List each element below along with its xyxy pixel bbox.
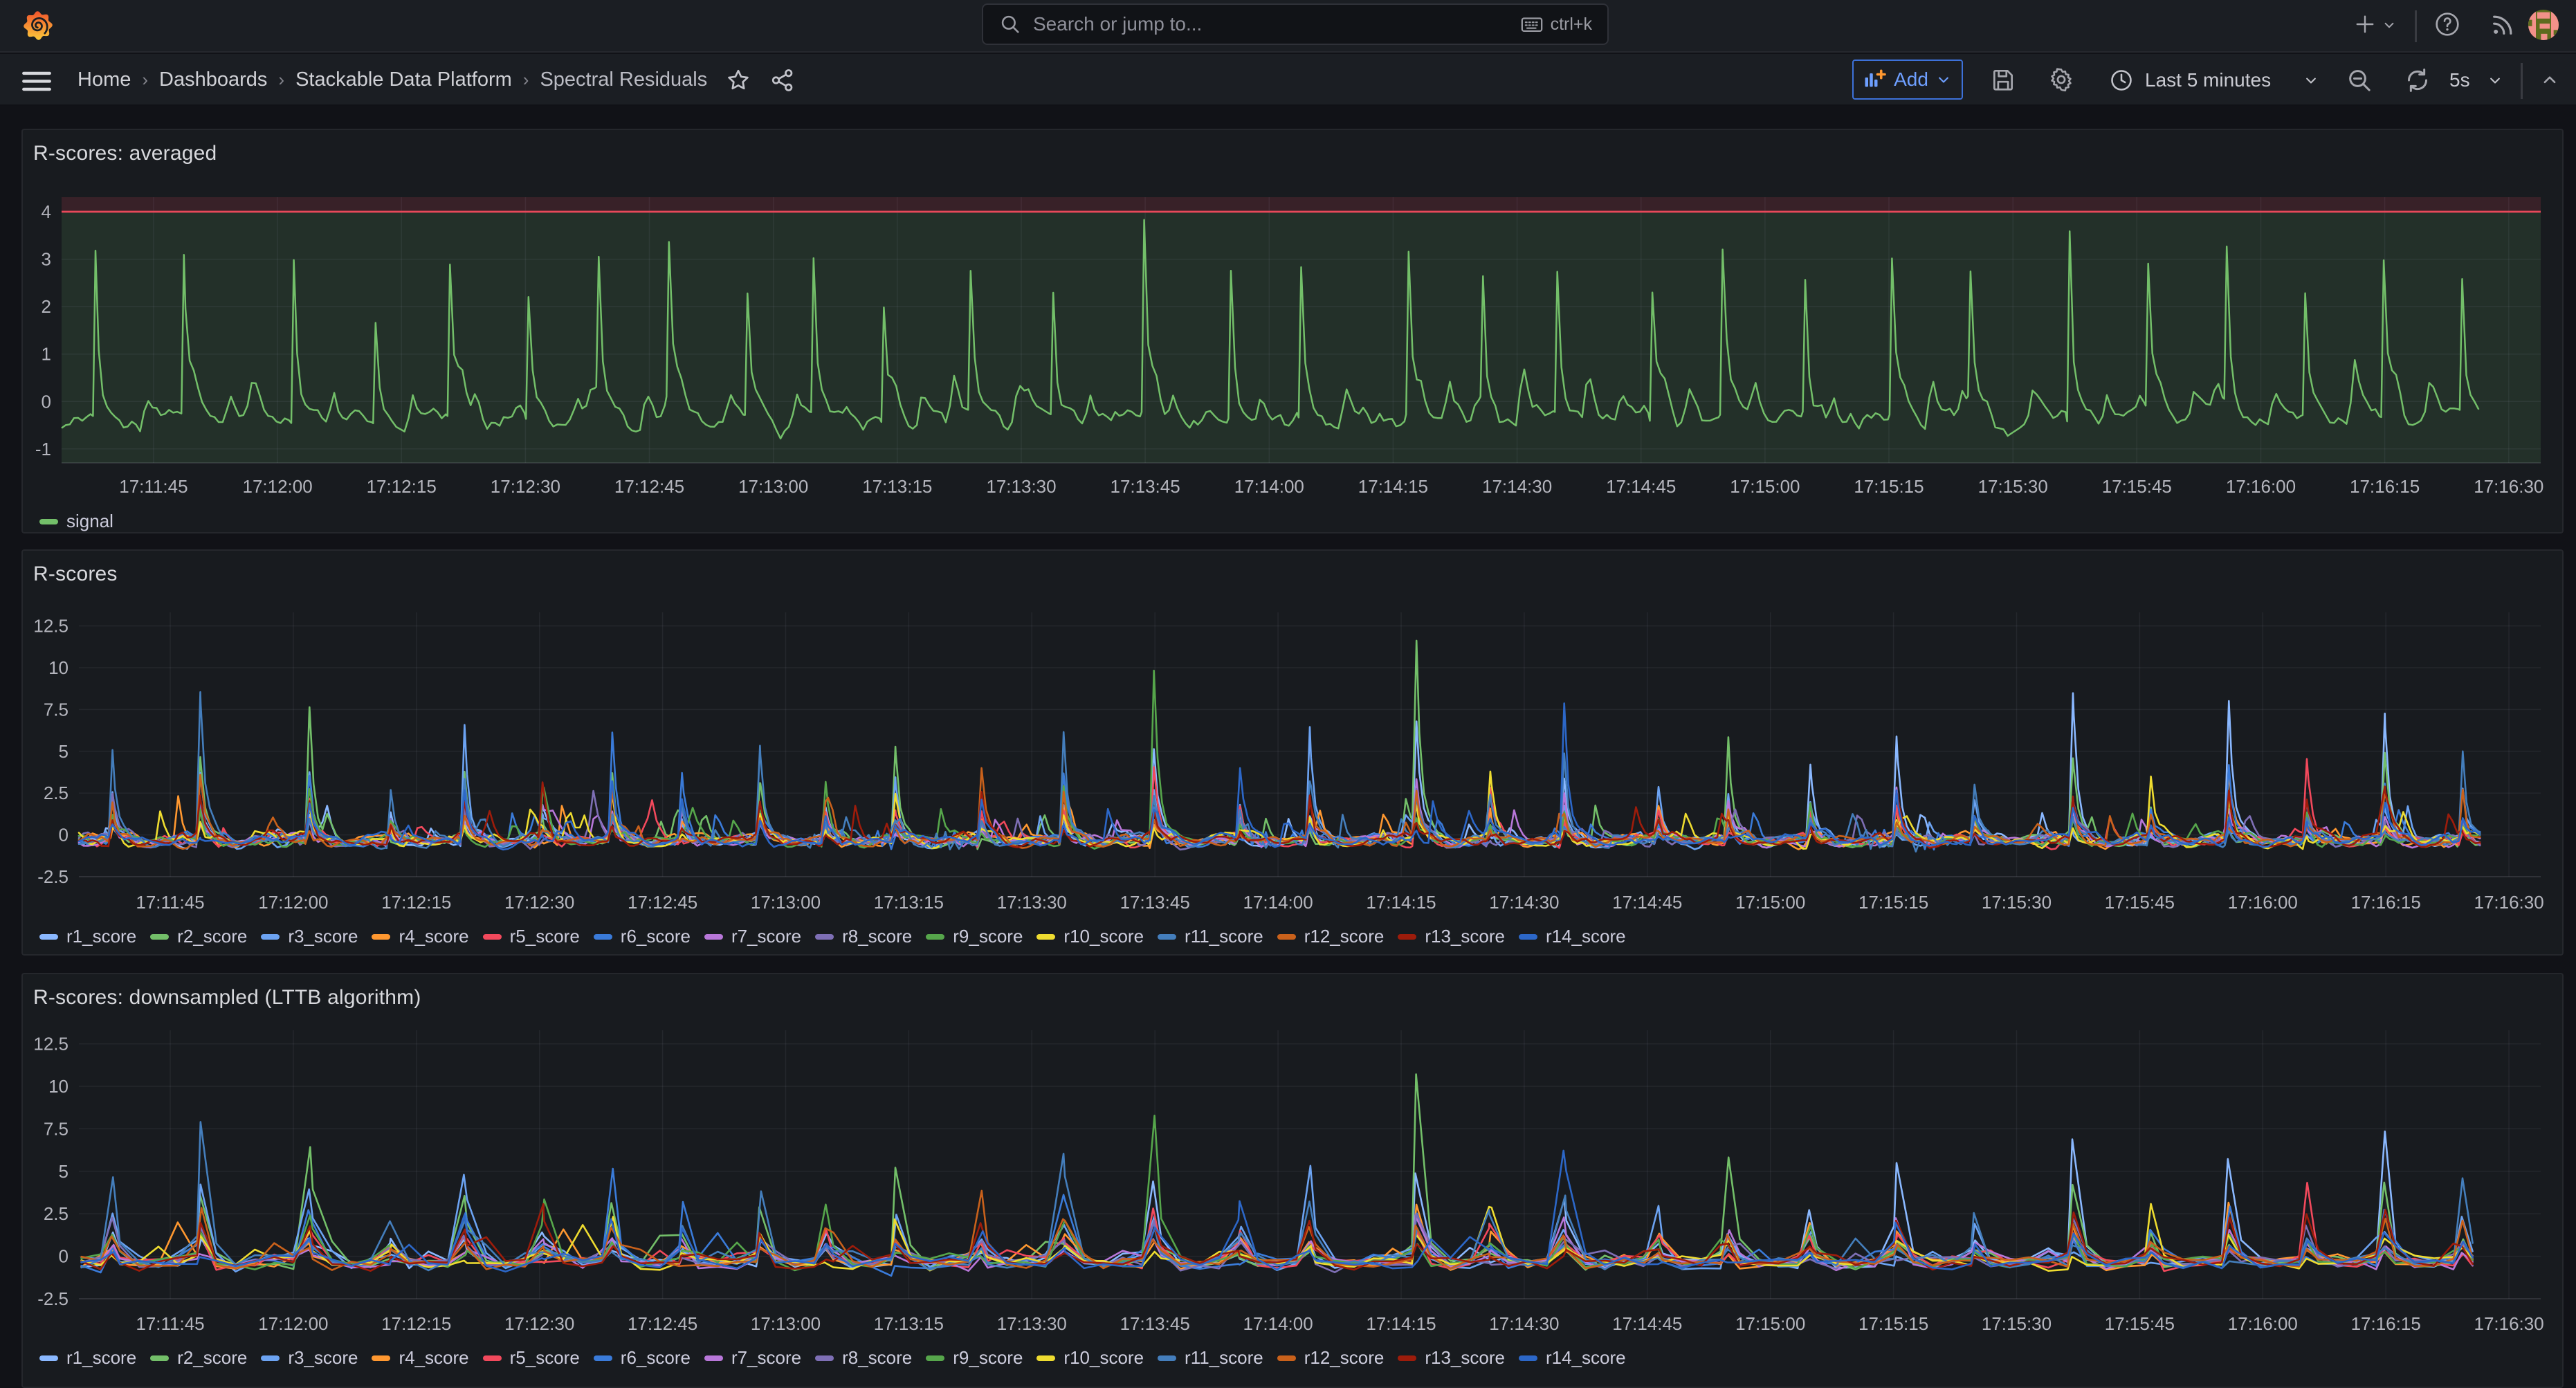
svg-text:17:13:30: 17:13:30 [997,1313,1067,1334]
svg-text:17:15:30: 17:15:30 [1982,1313,2052,1334]
svg-text:0: 0 [59,1246,68,1267]
svg-text:-2.5: -2.5 [37,1288,68,1309]
svg-text:17:12:30: 17:12:30 [504,1313,574,1334]
svg-text:2.5: 2.5 [44,1203,68,1224]
svg-text:17:13:00: 17:13:00 [751,1313,821,1334]
svg-text:10: 10 [48,1076,68,1097]
svg-text:17:16:00: 17:16:00 [2228,1313,2298,1334]
svg-text:17:14:00: 17:14:00 [1243,1313,1313,1334]
svg-text:17:15:00: 17:15:00 [1735,1313,1805,1334]
svg-text:17:16:30: 17:16:30 [2474,1313,2543,1334]
svg-text:17:12:15: 17:12:15 [381,1313,451,1334]
svg-text:17:14:45: 17:14:45 [1612,1313,1682,1334]
svg-text:17:15:15: 17:15:15 [1858,1313,1928,1334]
svg-text:17:11:45: 17:11:45 [136,1313,204,1334]
svg-text:17:13:45: 17:13:45 [1120,1313,1190,1334]
svg-text:17:12:00: 17:12:00 [258,1313,328,1334]
svg-text:7.5: 7.5 [44,1118,68,1139]
svg-text:17:14:30: 17:14:30 [1489,1313,1559,1334]
svg-text:12.5: 12.5 [33,1034,68,1054]
svg-text:17:13:15: 17:13:15 [874,1313,944,1334]
svg-text:17:12:45: 17:12:45 [628,1313,697,1334]
svg-text:5: 5 [59,1161,68,1182]
svg-text:17:14:15: 17:14:15 [1366,1313,1436,1334]
svg-text:17:16:15: 17:16:15 [2351,1313,2421,1334]
svg-text:17:15:45: 17:15:45 [2105,1313,2175,1334]
